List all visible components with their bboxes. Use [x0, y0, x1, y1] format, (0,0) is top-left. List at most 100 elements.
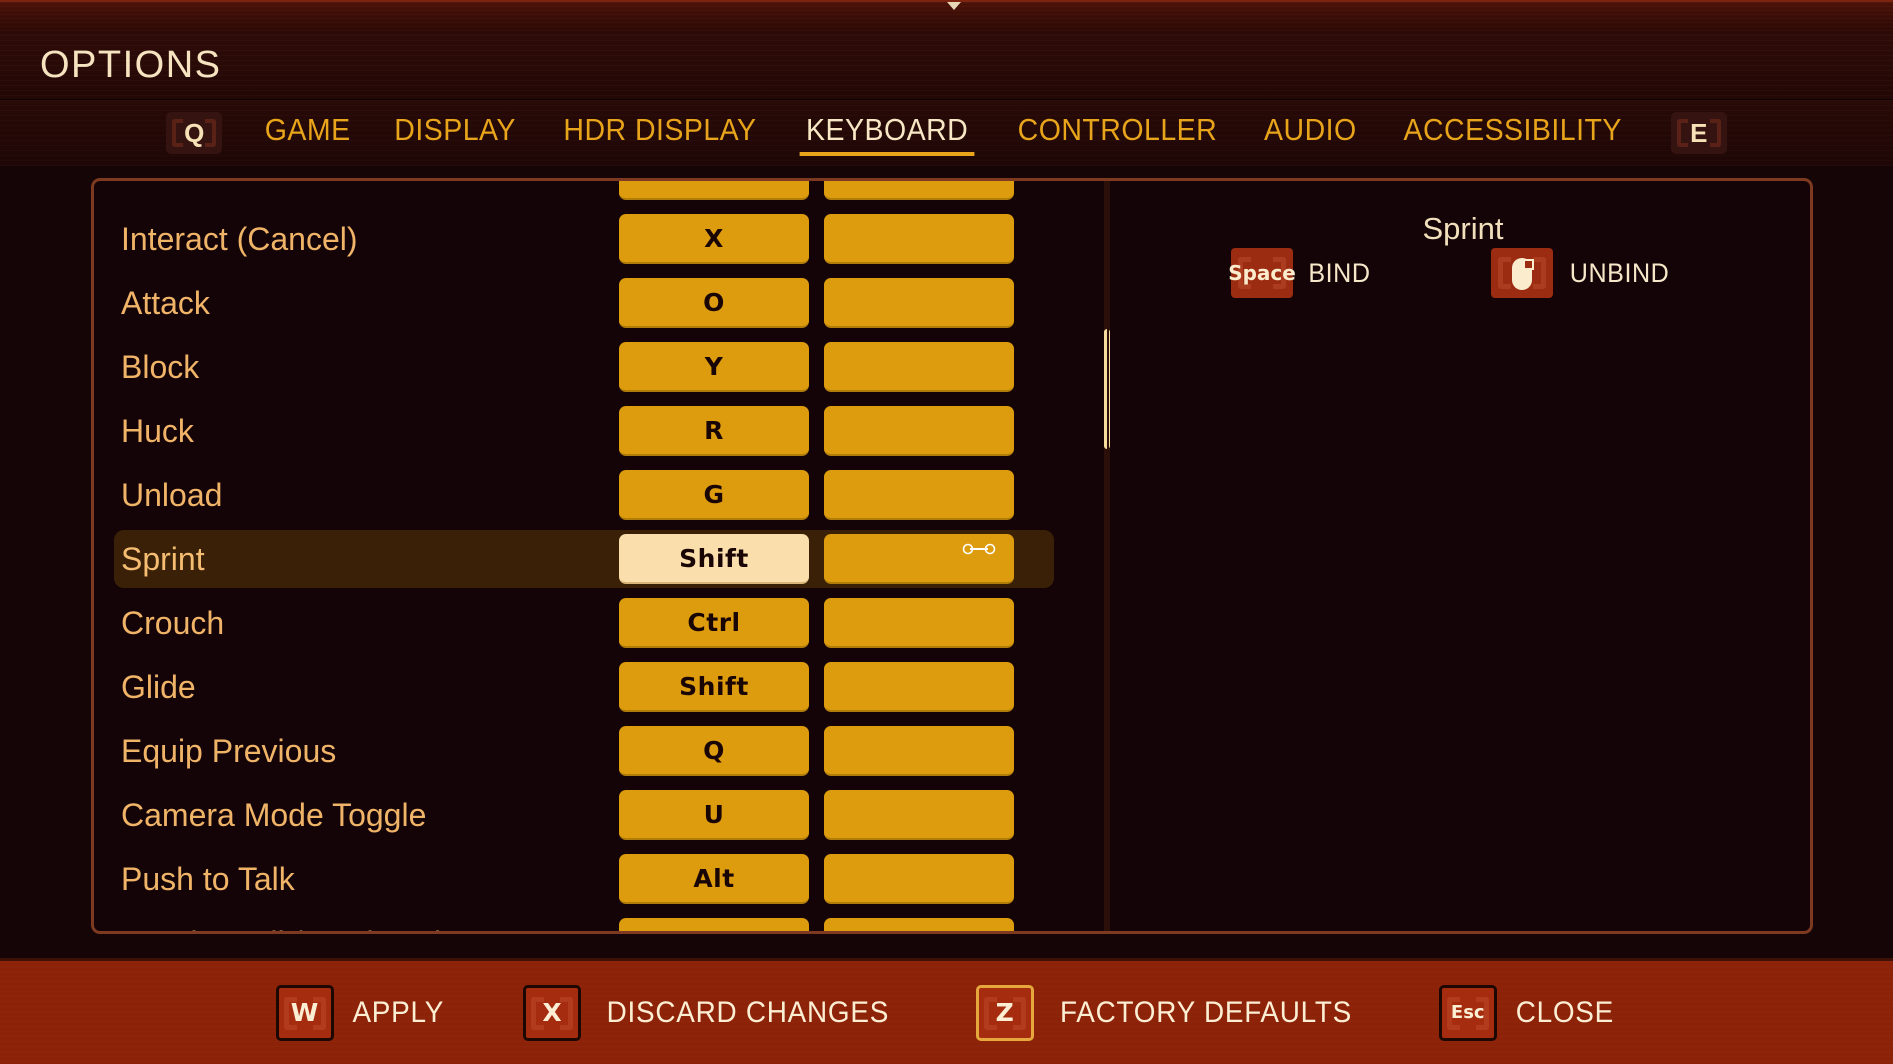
- next-tab-bumper-button[interactable]: E: [1670, 112, 1727, 154]
- binding-key-slot-secondary[interactable]: [824, 278, 1014, 328]
- binding-row[interactable]: Camera Mode Toggle U: [94, 783, 1097, 847]
- bracket-right-icon: [1709, 119, 1721, 147]
- footer-key-glyph: X: [542, 998, 562, 1027]
- unbind-action[interactable]: UNBIND: [1491, 248, 1673, 298]
- footer-factory-defaults-button[interactable]: Z FACTORY DEFAULTS: [975, 984, 1363, 1041]
- binding-row[interactable]: Huck R: [94, 399, 1097, 463]
- mouse-right-click-icon: [1491, 248, 1553, 298]
- top-header-band: [0, 0, 1893, 35]
- binding-row[interactable]: [94, 181, 1097, 207]
- footer-apply-button[interactable]: W APPLY: [275, 984, 448, 1041]
- binding-action-label: Toggle Trail / Backpack: [121, 925, 450, 932]
- binding-key-slot-primary[interactable]: X: [619, 214, 809, 264]
- binding-key-slot-primary[interactable]: U: [619, 790, 809, 840]
- tab-display[interactable]: DISPLAY: [378, 108, 531, 158]
- binding-key-label: X: [704, 223, 724, 253]
- binding-key-slot-secondary[interactable]: [824, 662, 1014, 712]
- binding-row[interactable]: Crouch Ctrl: [94, 591, 1097, 655]
- binding-key-label: Ctrl: [687, 607, 741, 637]
- binding-row[interactable]: Push to Talk Alt: [94, 847, 1097, 911]
- tab-controller[interactable]: CONTROLLER: [1002, 108, 1233, 158]
- bindings-list[interactable]: Interact (Cancel) X Attack O Block Y Huck R Unlo…: [94, 181, 1097, 931]
- binding-key-slot-secondary[interactable]: [824, 726, 1014, 776]
- binding-action-label: Interact (Cancel): [121, 220, 358, 257]
- binding-key-label: O: [703, 287, 725, 317]
- link-cursor-icon: [962, 543, 996, 562]
- binding-row[interactable]: Equip Previous Q: [94, 719, 1097, 783]
- footer-key-glyph: W: [290, 998, 319, 1027]
- binding-key-label: Alt: [693, 863, 735, 893]
- space-key-icon: Space: [1228, 248, 1296, 298]
- binding-key-slot-primary[interactable]: R: [619, 406, 809, 456]
- bind-action[interactable]: Space BIND: [1228, 248, 1373, 298]
- tab-accessibility[interactable]: ACCESSIBILITY: [1388, 108, 1638, 158]
- binding-detail-panel: Sprint Space BIND UNBIND: [1110, 181, 1810, 931]
- binding-row[interactable]: Attack O: [94, 271, 1097, 335]
- binding-action-label: Glide: [121, 668, 196, 705]
- page-title: OPTIONS: [40, 44, 222, 86]
- binding-key-label: Shift: [679, 671, 749, 701]
- footer-action-label: DISCARD CHANGES: [606, 995, 890, 1029]
- bracket-right-icon: [560, 996, 574, 1030]
- binding-key-slot-secondary[interactable]: [824, 534, 1014, 584]
- binding-key-label: R: [704, 415, 724, 445]
- binding-row[interactable]: Block Y: [94, 335, 1097, 399]
- tab-keyboard[interactable]: KEYBOARD: [790, 108, 983, 158]
- footer-discard-changes-button[interactable]: X DISCARD CHANGES: [523, 984, 900, 1041]
- binding-key-slot-primary[interactable]: [619, 181, 809, 200]
- binding-row[interactable]: Glide Shift: [94, 655, 1097, 719]
- binding-action-label: Huck: [121, 412, 194, 449]
- binding-key-slot-secondary[interactable]: [824, 598, 1014, 648]
- binding-action-label: Push to Talk: [121, 860, 295, 897]
- prev-tab-key-glyph: Q: [184, 117, 205, 148]
- binding-action-label: Attack: [121, 284, 210, 321]
- binding-key-label: U: [703, 799, 725, 829]
- footer-key-cap: X: [523, 984, 582, 1041]
- binding-row[interactable]: Sprint Shift: [94, 527, 1097, 591]
- binding-key-slot-primary[interactable]: Shift: [619, 534, 809, 584]
- bracket-left-icon: [1676, 119, 1688, 147]
- prev-tab-bumper-button[interactable]: Q: [166, 112, 223, 154]
- binding-row[interactable]: Interact (Cancel) X: [94, 207, 1097, 271]
- footer-close-button[interactable]: Esc CLOSE: [1438, 984, 1618, 1041]
- binding-key-label: G: [703, 479, 725, 509]
- tab-hdr-display[interactable]: HDR DISPLAY: [547, 108, 771, 158]
- footer-key-cap: W: [275, 984, 334, 1041]
- footer-action-label: FACTORY DEFAULTS: [1059, 995, 1352, 1029]
- binding-row[interactable]: Unload G: [94, 463, 1097, 527]
- binding-row[interactable]: Toggle Trail / Backpack: [94, 911, 1097, 931]
- binding-key-slot-primary[interactable]: G: [619, 470, 809, 520]
- keyboard-bindings-panel: Interact (Cancel) X Attack O Block Y Huck R Unlo…: [91, 178, 1813, 934]
- tab-list: GAME DISPLAY HDR DISPLAY KEYBOARD CONTROLLER…: [244, 108, 1649, 158]
- footer-key-cap: Esc: [1438, 984, 1497, 1041]
- footer-key-cap: Z: [975, 984, 1034, 1041]
- bracket-right-icon: [1012, 996, 1026, 1030]
- binding-key-slot-secondary[interactable]: [824, 470, 1014, 520]
- next-tab-key-glyph: E: [1690, 117, 1708, 148]
- binding-key-slot-secondary[interactable]: [824, 406, 1014, 456]
- binding-key-slot-primary[interactable]: Alt: [619, 854, 809, 904]
- binding-key-slot-primary[interactable]: Y: [619, 342, 809, 392]
- binding-action-label: Sprint: [121, 540, 205, 577]
- bind-label: BIND: [1308, 257, 1371, 288]
- bracket-right-icon: [205, 119, 217, 147]
- binding-key-slot-primary[interactable]: Shift: [619, 662, 809, 712]
- binding-action-label: Crouch: [121, 604, 225, 641]
- binding-key-slot-secondary[interactable]: [824, 214, 1014, 264]
- footer-action-bar: W APPLY X DISCARD CHANGES Z FACTORY DEFAULTS E…: [0, 958, 1893, 1064]
- binding-key-slot-secondary[interactable]: [824, 854, 1014, 904]
- binding-key-slot-primary[interactable]: Q: [619, 726, 809, 776]
- detail-action-title: Sprint: [1422, 211, 1504, 246]
- binding-key-label: Shift: [679, 543, 749, 573]
- binding-key-slot-primary[interactable]: Ctrl: [619, 598, 809, 648]
- tab-audio[interactable]: AUDIO: [1248, 108, 1372, 158]
- binding-key-slot-secondary[interactable]: [824, 342, 1014, 392]
- binding-key-slot-secondary[interactable]: [824, 790, 1014, 840]
- tab-game[interactable]: GAME: [249, 108, 366, 158]
- title-band: [0, 35, 1893, 100]
- binding-key-slot-secondary[interactable]: [824, 918, 1014, 931]
- unbind-label: UNBIND: [1569, 257, 1670, 288]
- binding-key-slot-secondary[interactable]: [824, 181, 1014, 200]
- binding-key-slot-primary[interactable]: O: [619, 278, 809, 328]
- binding-key-slot-primary[interactable]: [619, 918, 809, 931]
